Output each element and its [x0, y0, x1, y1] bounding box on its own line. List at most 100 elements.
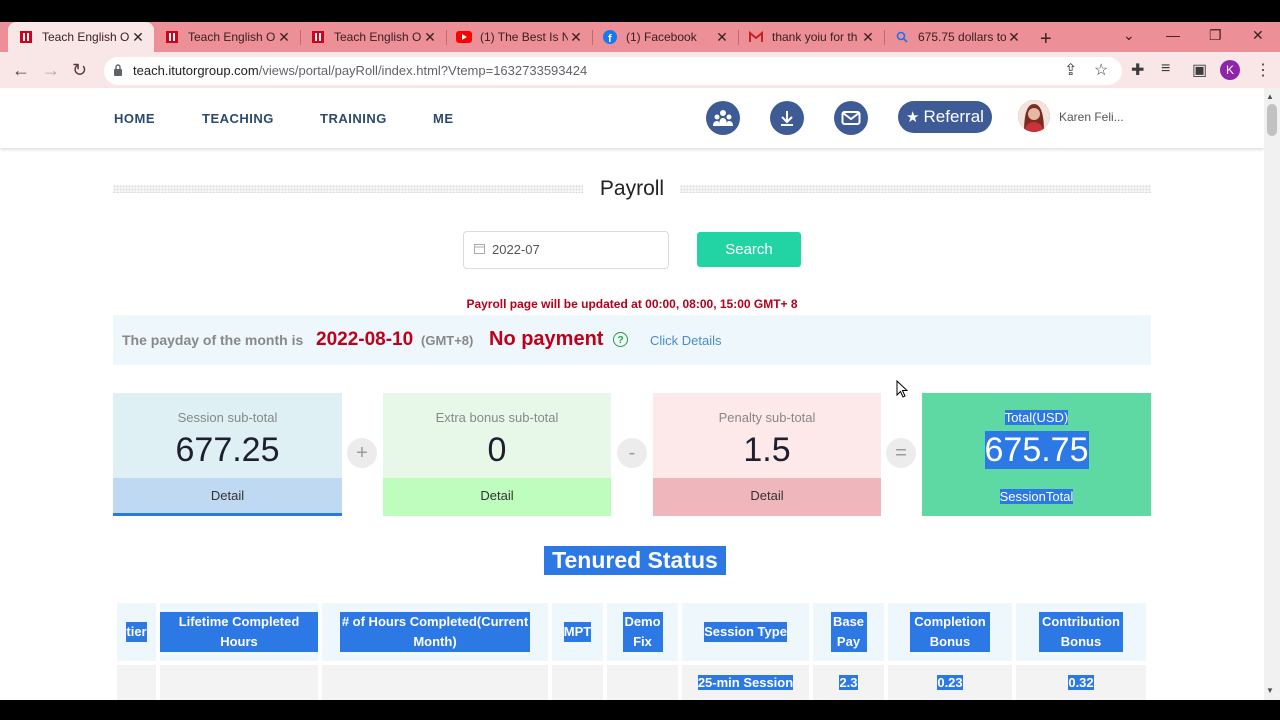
tab-youtube[interactable]: (1) The Best Is Ne ✕: [446, 22, 592, 52]
card-value: 675.75: [984, 431, 1089, 469]
payment-status: No payment: [489, 328, 604, 350]
forward-arrow-icon[interactable]: →: [42, 60, 60, 81]
minus-operator: -: [617, 438, 647, 468]
table-cell: [160, 665, 318, 700]
referral-button[interactable]: ★ Referral: [898, 101, 992, 133]
itutor-icon: [164, 29, 180, 45]
click-details-link[interactable]: Click Details: [650, 333, 722, 348]
url-host: teach.itutorgroup.com: [133, 63, 259, 78]
tab-search-chevron-icon[interactable]: ⌄: [1123, 27, 1135, 44]
card-label: Total(USD): [1004, 410, 1069, 425]
tab-itutor-3[interactable]: Teach English On ✕: [300, 22, 446, 52]
url-text[interactable]: teach.itutorgroup.com/views/portal/payRo…: [133, 63, 587, 78]
side-panel-icon[interactable]: ▣: [1192, 60, 1207, 80]
tab-title: (1) Facebook: [626, 30, 697, 44]
itutor-icon: [18, 29, 34, 45]
table-cell: [607, 665, 678, 700]
month-input[interactable]: [492, 242, 652, 257]
close-icon[interactable]: ✕: [422, 29, 438, 46]
card-value: 0: [487, 431, 507, 469]
cell-text: 0.23: [937, 675, 963, 690]
title-divider-left: [113, 185, 583, 193]
penalty-detail-button[interactable]: Detail: [653, 478, 881, 516]
close-icon[interactable]: ✕: [568, 29, 584, 46]
cell-text: 0.32: [1068, 675, 1094, 690]
bookmark-star-icon[interactable]: ☆: [1094, 60, 1108, 80]
scroll-up-icon[interactable]: ▲: [1266, 92, 1274, 101]
close-icon[interactable]: ✕: [860, 29, 876, 46]
search-button[interactable]: Search: [697, 232, 801, 267]
plus-operator: +: [347, 438, 377, 468]
session-detail-button[interactable]: Detail: [113, 478, 342, 516]
reload-icon[interactable]: ↻: [72, 60, 87, 81]
gmail-icon: [748, 29, 764, 45]
close-window-icon[interactable]: ✕: [1252, 27, 1264, 44]
cell-text: 2.3: [839, 675, 858, 690]
more-menu-icon[interactable]: ⋮: [1255, 60, 1271, 80]
close-icon[interactable]: ✕: [1006, 29, 1022, 46]
table-cell-completion-bonus: 0.23: [888, 665, 1012, 700]
card-value: 1.5: [743, 431, 791, 469]
header-text: tier: [126, 622, 147, 642]
extensions-puzzle-icon[interactable]: ✚: [1131, 60, 1144, 80]
restore-icon[interactable]: ❐: [1209, 27, 1222, 44]
header-text: Contribution Bonus: [1039, 612, 1123, 652]
user-photo-icon: [1018, 100, 1050, 132]
nav-me[interactable]: ME: [433, 111, 454, 126]
close-icon[interactable]: ✕: [130, 29, 146, 46]
download-button[interactable]: [770, 101, 804, 135]
extra-bonus-card: Extra bonus sub-total 0 Detail: [383, 393, 611, 516]
table-header-current-month-hours: # of Hours Completed(Current Month): [322, 603, 548, 661]
messages-button[interactable]: [834, 101, 868, 135]
tab-title: thank yoiu for th: [772, 30, 858, 44]
header-text: # of Hours Completed(Current Month): [340, 612, 530, 652]
card-label: Session sub-total: [177, 410, 278, 425]
table-header-mpt: MPT: [552, 603, 603, 661]
referral-label: Referral: [923, 107, 984, 126]
tab-gmail[interactable]: thank yoiu for th ✕: [738, 22, 884, 52]
card-label: Penalty sub-total: [718, 410, 816, 425]
community-button[interactable]: [706, 101, 740, 135]
close-icon[interactable]: ✕: [714, 29, 730, 46]
back-arrow-icon[interactable]: ←: [12, 60, 30, 81]
card-label: Extra bonus sub-total: [435, 410, 559, 425]
minimize-icon[interactable]: —: [1166, 27, 1180, 43]
scroll-down-icon[interactable]: ▼: [1266, 686, 1274, 695]
session-total-link[interactable]: SessionTotal: [999, 489, 1074, 504]
table-header-completion-bonus: Completion Bonus: [888, 603, 1012, 661]
close-icon[interactable]: ✕: [276, 29, 292, 46]
nav-teaching[interactable]: TEACHING: [202, 111, 274, 126]
tab-itutor-1[interactable]: Teach English On ✕: [8, 22, 154, 52]
cell-text: 25-min Session: [697, 675, 794, 690]
scrollbar-thumb[interactable]: [1267, 104, 1277, 136]
calendar-icon: [474, 244, 485, 254]
help-question-icon[interactable]: ?: [613, 332, 628, 347]
svg-text:f: f: [608, 33, 612, 44]
user-name[interactable]: Karen Feli...: [1059, 110, 1124, 124]
user-avatar[interactable]: [1018, 100, 1050, 132]
profile-avatar[interactable]: K: [1220, 60, 1240, 80]
tab-facebook[interactable]: f (1) Facebook ✕: [592, 22, 738, 52]
tab-title: Teach English On: [188, 30, 276, 44]
table-header-contribution-bonus: Contribution Bonus: [1016, 603, 1146, 661]
table-header-base-pay: Base Pay: [813, 603, 884, 661]
table-cell: [322, 665, 548, 700]
new-tab-icon[interactable]: +: [1040, 28, 1052, 51]
header-text: Base Pay: [830, 612, 867, 652]
screen-bottom-bar: [0, 700, 1280, 720]
screen-top-bar: [0, 0, 1280, 22]
tab-title: Teach English On: [42, 30, 130, 44]
nav-training[interactable]: TRAINING: [320, 111, 387, 126]
payday-date: 2022-08-10: [316, 329, 414, 350]
table-cell-session-type: 25-min Session: [682, 665, 809, 700]
youtube-icon: [456, 29, 472, 45]
nav-home[interactable]: HOME: [114, 111, 155, 126]
table-header-lifetime-hours: Lifetime Completed Hours: [160, 603, 318, 661]
tab-itutor-2[interactable]: Teach English On ✕: [154, 22, 300, 52]
payday-timezone: (GMT+8): [421, 333, 474, 348]
page-scrollbar[interactable]: [1264, 88, 1280, 700]
reading-list-icon[interactable]: ≡: [1161, 60, 1170, 78]
share-icon[interactable]: ⇪: [1064, 60, 1077, 80]
extra-detail-button[interactable]: Detail: [383, 478, 611, 516]
tab-google-search[interactable]: 675.75 dollars to ✕: [884, 22, 1030, 52]
